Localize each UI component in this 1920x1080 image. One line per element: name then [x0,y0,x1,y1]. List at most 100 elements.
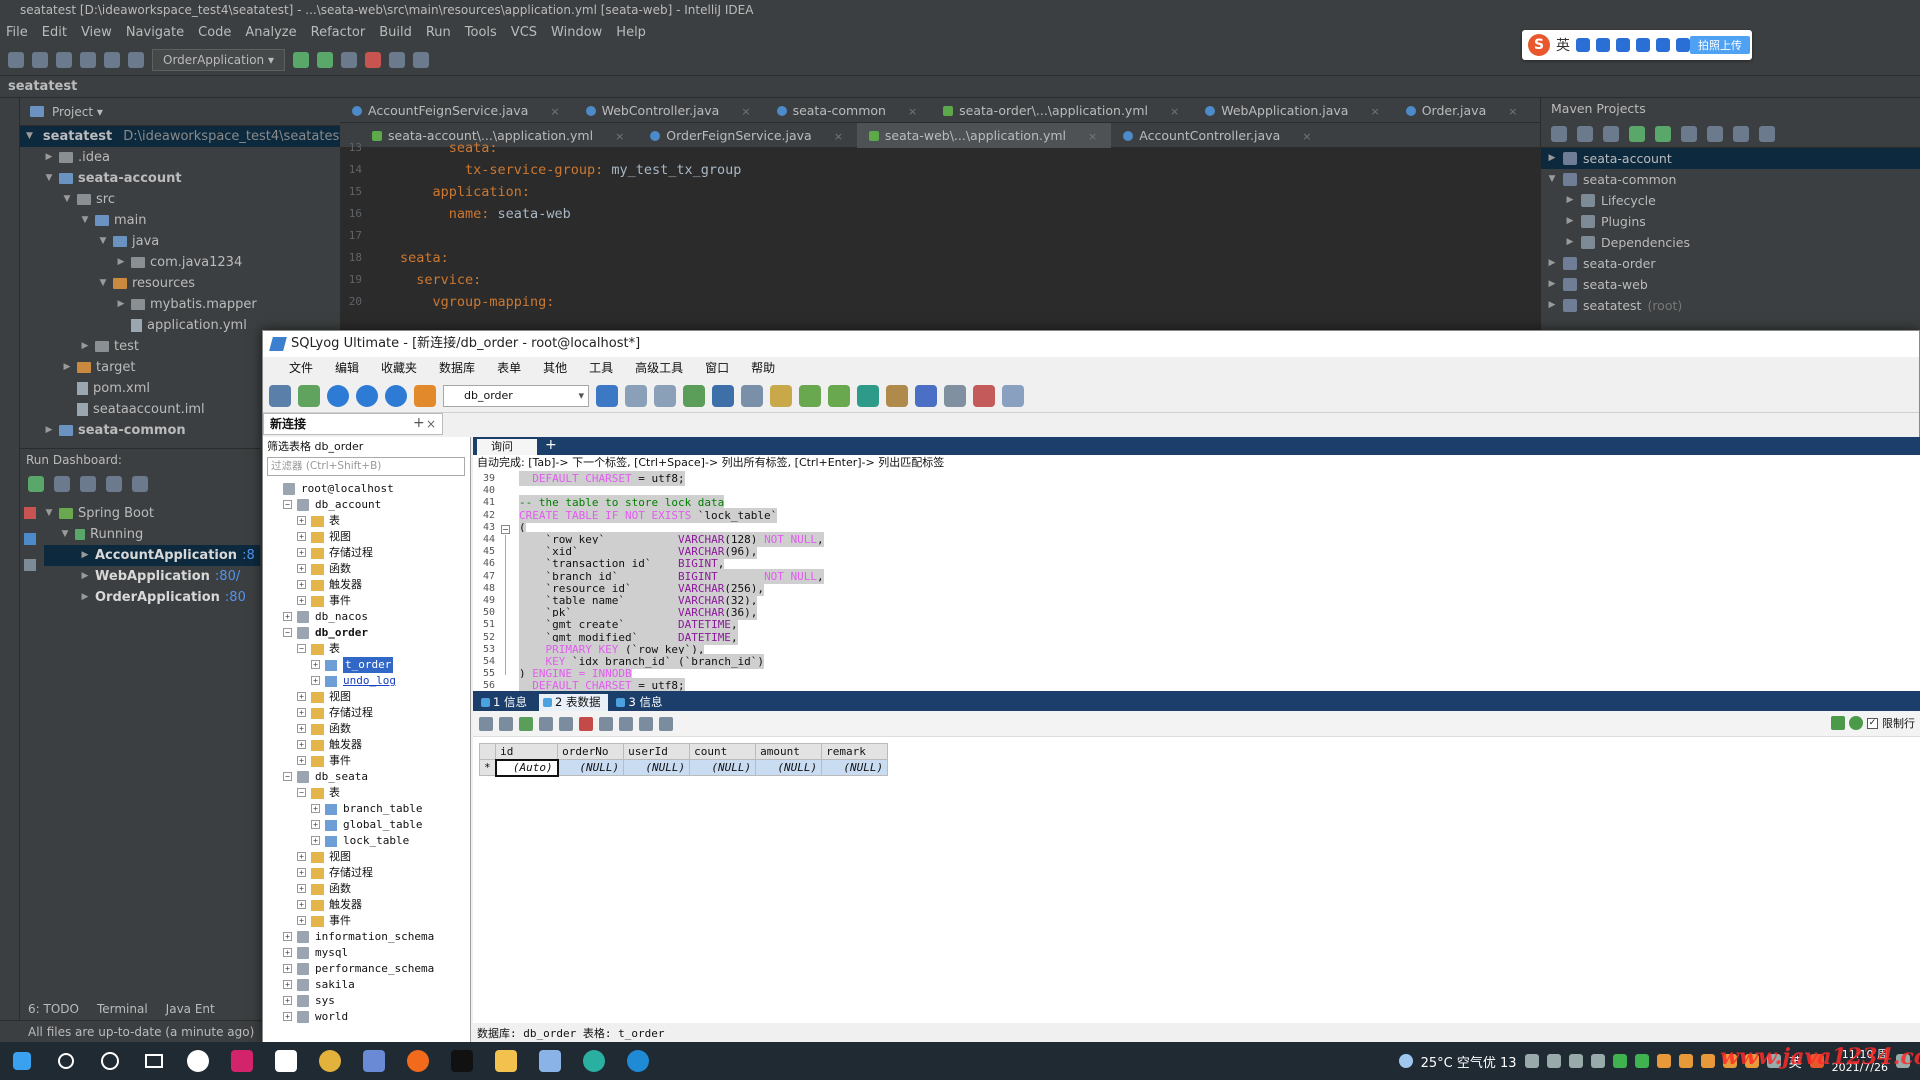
object-tree-item[interactable]: + 存储过程 [263,545,471,561]
ide-bottom-tab[interactable]: Java Ent [166,1002,215,1016]
insert-row-icon[interactable] [519,716,533,731]
editor-tab[interactable]: WebApplication.java × [1193,98,1393,123]
expand-arrow-icon[interactable]: ▶ [1547,253,1557,274]
schema-designer-icon[interactable] [799,384,821,407]
expand-icon[interactable]: + [283,1012,292,1021]
backup-icon[interactable] [683,384,705,407]
project-tree-item[interactable]: ▶ com.java1234 [20,252,340,273]
expand-icon[interactable]: + [283,980,292,989]
ide-menu-item[interactable]: Edit [42,25,67,40]
object-tree-item[interactable]: + 触发器 [263,897,471,913]
sqlyog-menu-item[interactable]: 编辑 [335,357,359,379]
app-icon-orange[interactable] [396,1042,440,1080]
table-cell[interactable]: (NULL) [821,759,889,776]
start-button[interactable] [0,1042,44,1080]
expand-arrow-icon[interactable]: ▶ [1547,295,1557,316]
sqlyog-menu-item[interactable]: 其他 [543,357,567,379]
project-tree-item[interactable]: ▼ java [20,231,340,252]
result-tab[interactable]: 1 信息 [477,694,535,711]
execute-query-icon[interactable] [327,384,349,407]
expand-arrow-icon[interactable]: ▼ [44,168,54,189]
expand-arrow-icon[interactable]: ▼ [98,231,108,252]
close-tab-icon[interactable]: × [1370,105,1379,118]
app-icon-2[interactable] [572,1042,616,1080]
object-tree-item[interactable]: + 函数 [263,561,471,577]
stop-icon[interactable] [365,51,381,68]
expand-arrow-icon[interactable]: ▶ [116,252,126,273]
collapse-icon[interactable]: − [297,644,306,653]
project-tree-item[interactable]: ▶ mybatis.mapper [20,294,340,315]
back-icon[interactable] [80,51,96,68]
sqlyog-menu-item[interactable]: 帮助 [751,357,775,379]
expand-arrow-icon[interactable]: ▶ [80,336,90,357]
column-header[interactable]: amount [755,743,823,760]
expand-icon[interactable]: + [283,996,292,1005]
editor-tab[interactable]: AccountFeignService.java × [340,98,574,123]
ide-bottom-tab[interactable]: Terminal [97,1002,148,1016]
maven-tree-item[interactable]: ▶ Plugins [1541,211,1920,232]
column-header[interactable]: id [495,743,559,760]
query-builder-icon[interactable] [770,384,792,407]
log-icon[interactable] [944,384,966,407]
edge-icon[interactable] [616,1042,660,1080]
table-cell[interactable]: (NULL) [557,759,625,776]
grid-view-icon[interactable] [619,716,633,731]
ide-bottom-tab[interactable]: 6: TODO [28,1002,79,1016]
execute-all-icon[interactable] [356,384,378,407]
run-app-item[interactable]: ▶ WebApplication:80/ [44,566,260,587]
sync-icon[interactable] [56,51,72,68]
wechat-icon[interactable] [1612,1054,1627,1068]
editor-tab[interactable]: WebController.java × [574,98,765,123]
table-cell[interactable]: (NULL) [755,759,823,776]
debug-icon[interactable] [317,51,333,68]
ide-menu-item[interactable]: Build [379,25,412,40]
sqlyog-menu-item[interactable]: 收藏夹 [381,357,417,379]
copy-db-icon[interactable] [625,384,647,407]
sqlyog-menu-item[interactable]: 文件 [289,357,313,379]
rerun-icon[interactable] [28,476,44,492]
refresh-result-icon[interactable] [1849,716,1863,730]
new-query-icon[interactable]: + [545,437,557,453]
weather-text[interactable]: 25°C 空气优 13 [1421,1052,1517,1071]
generate-sources-icon[interactable] [1577,125,1593,142]
maven-tree-item[interactable]: ▶ Dependencies [1541,232,1920,253]
object-tree-item[interactable]: + 函数 [263,881,471,897]
run-app-item[interactable]: ▶ OrderApplication:80 [44,587,260,608]
code-area[interactable]: 13 seata: 14 tx-service-group: my_test_tx… [340,140,1540,330]
data-sync-icon[interactable] [828,384,850,407]
expand-icon[interactable]: + [297,740,306,749]
close-tab-icon[interactable]: × [1508,105,1517,118]
import-icon[interactable] [712,384,734,407]
grid-icon[interactable] [1002,384,1024,407]
cortana-icon[interactable] [88,1042,132,1080]
tray-app-icon-1[interactable] [1568,1054,1583,1068]
column-header[interactable]: count [689,743,757,760]
object-tree-item[interactable]: + 事件 [263,593,471,609]
object-tree-item[interactable]: + information_schema [263,929,471,945]
expand-icon[interactable]: + [283,964,292,973]
spring-boot-node[interactable]: ▼ Spring Boot [44,503,260,524]
project-structure-icon[interactable] [389,51,405,68]
expand-icon[interactable]: + [311,804,320,813]
expand-arrow-icon[interactable]: ▶ [44,147,54,168]
schema-sync-icon[interactable] [654,384,676,407]
keyboard-icon[interactable] [1636,38,1650,52]
skin-icon[interactable] [1676,38,1690,52]
forward-icon[interactable] [104,51,120,68]
sqlyog-menu-item[interactable]: 工具 [589,357,613,379]
dependency-diagram-icon[interactable] [1759,125,1775,142]
expand-icon[interactable]: + [297,564,306,573]
object-tree-item[interactable]: + mysql [263,945,471,961]
expand-icon[interactable]: + [297,708,306,717]
user-icon[interactable] [1656,38,1670,52]
table-cell[interactable]: (Auto) [494,758,559,777]
new-connection-icon[interactable] [269,384,291,407]
stop-query-icon[interactable] [385,384,407,407]
project-view-select[interactable]: Project ▾ [52,105,103,119]
expand-icon[interactable]: + [297,852,306,861]
ide-menu-item[interactable]: Tools [465,25,497,40]
punctuation-icon[interactable] [1576,38,1590,52]
running-node[interactable]: ▼ Running [44,524,260,545]
ide-menu-item[interactable]: Analyze [245,25,296,40]
object-tree-item[interactable]: + 事件 [263,913,471,929]
